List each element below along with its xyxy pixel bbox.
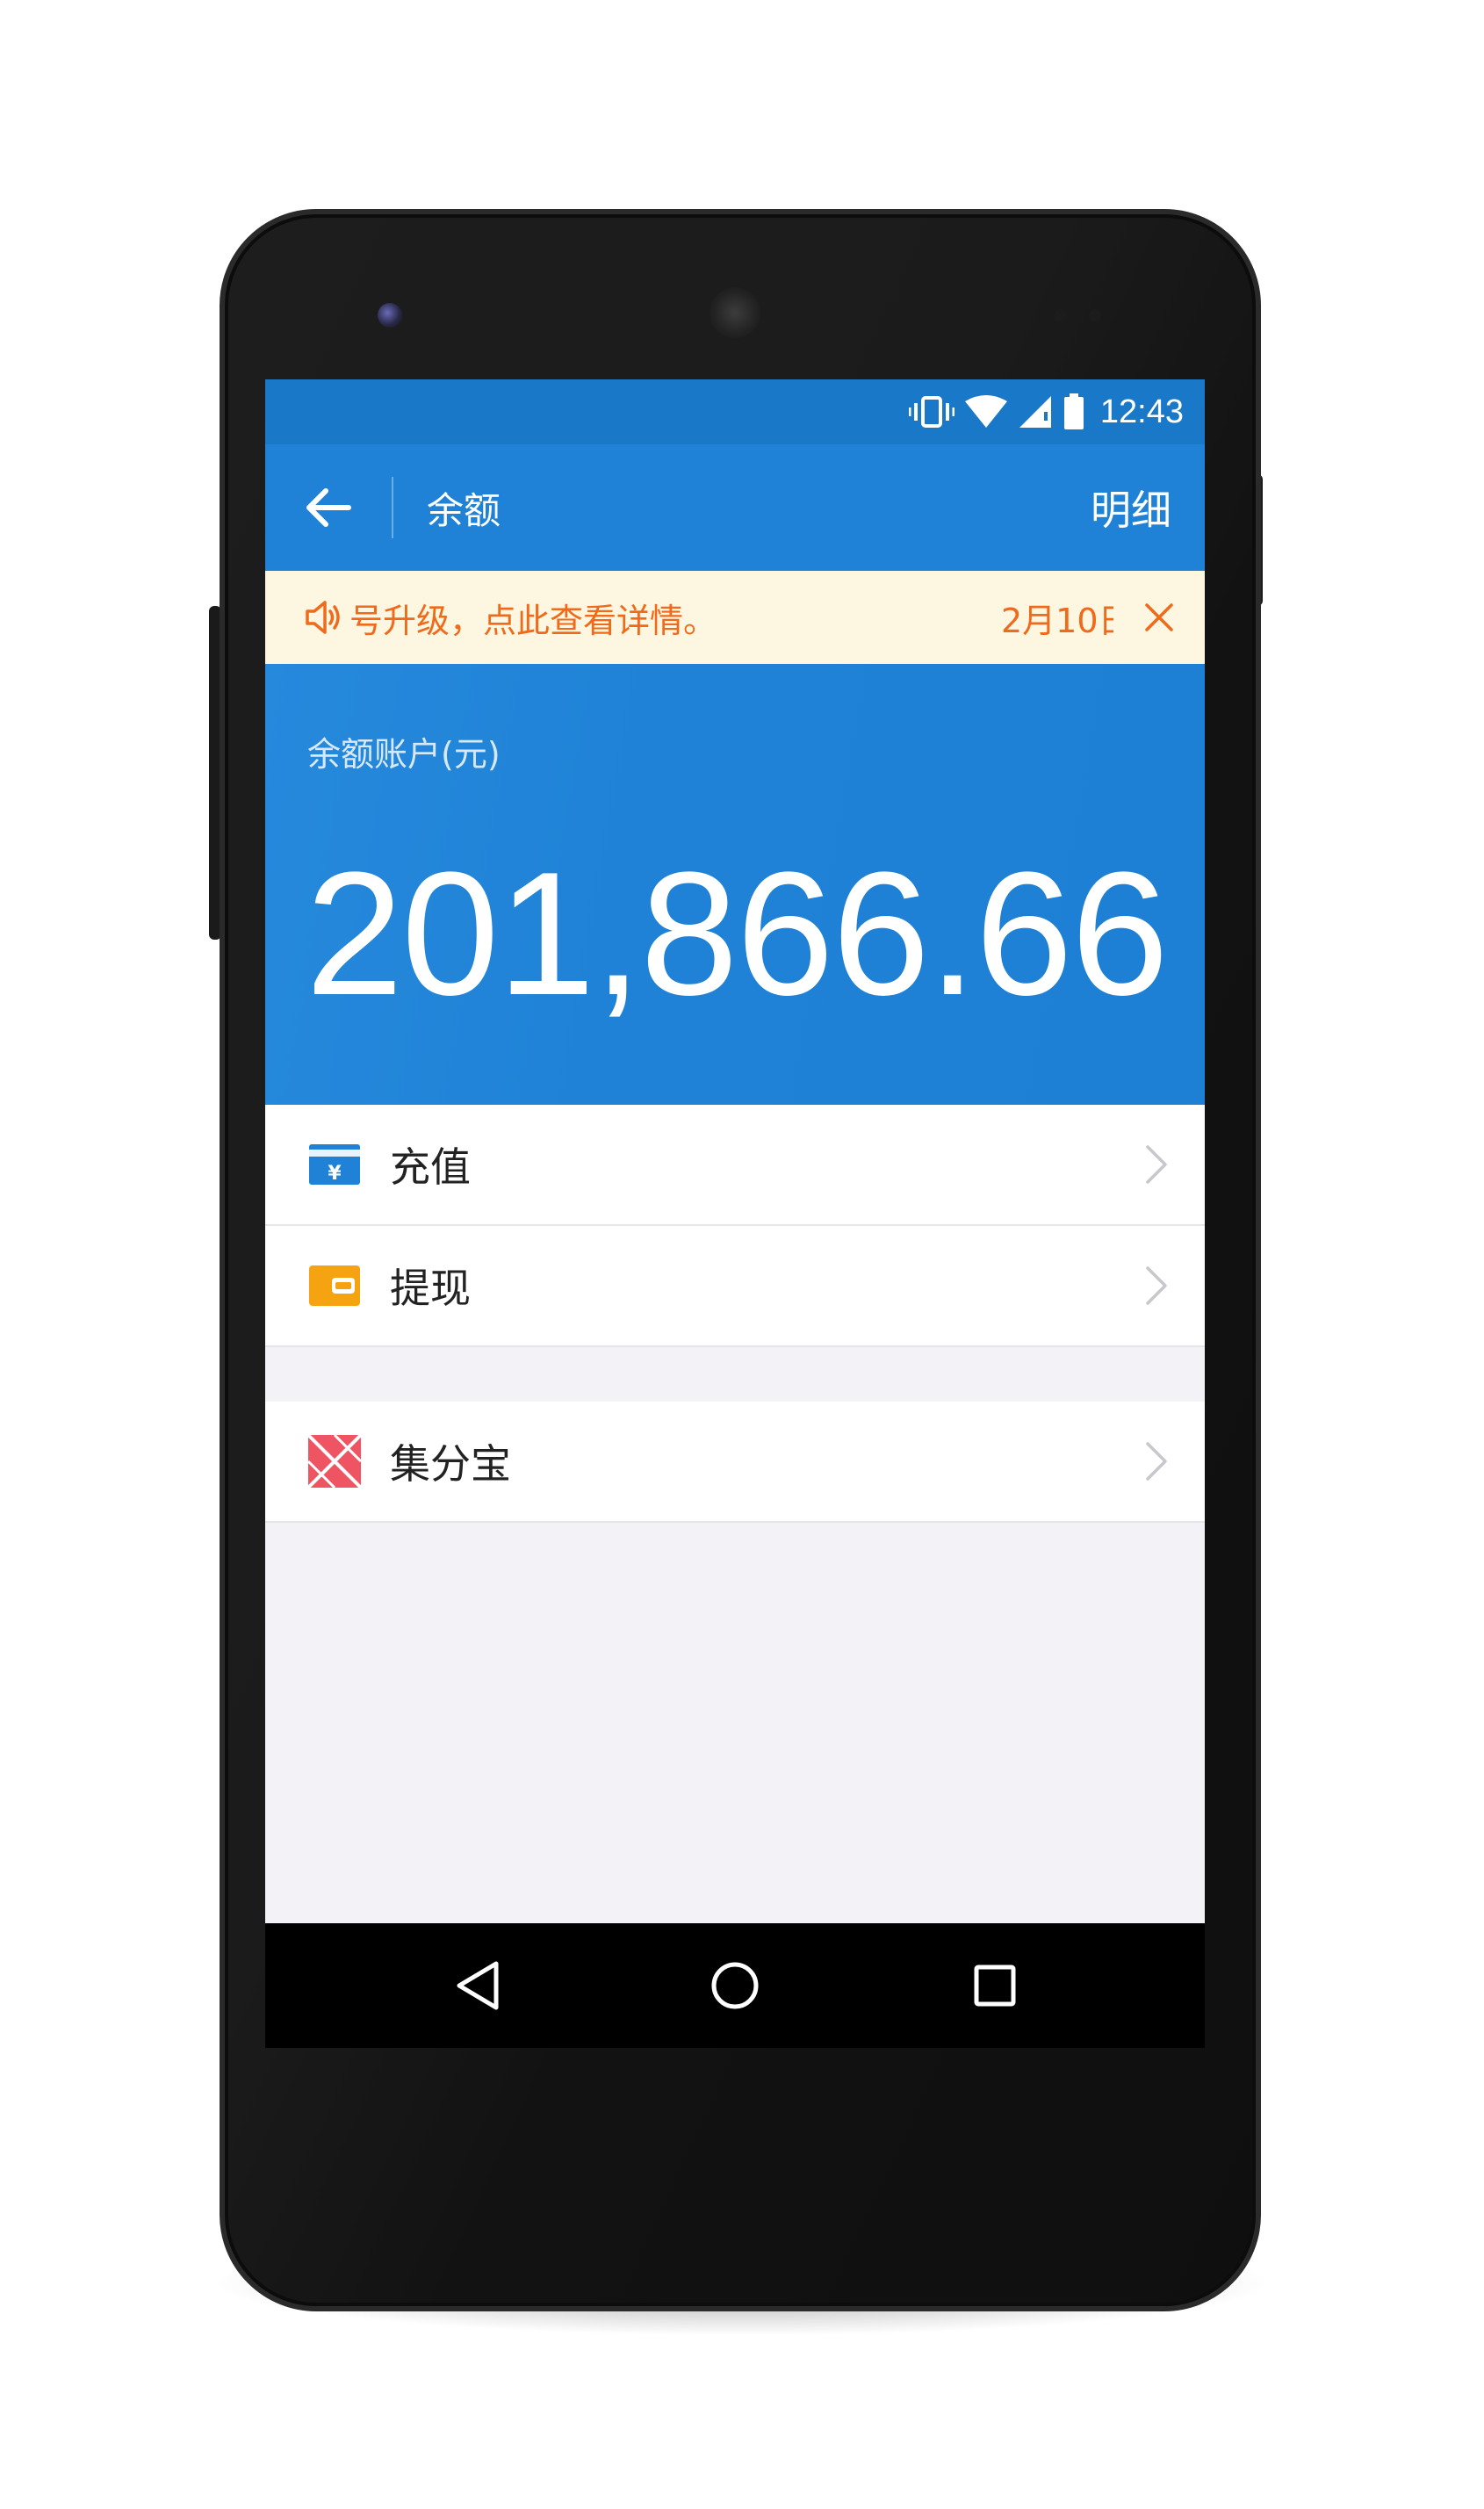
- recharge-row[interactable]: ¥ 充值: [265, 1105, 1205, 1226]
- jifenbao-icon: [306, 1433, 363, 1489]
- status-icons: [908, 393, 1084, 430]
- recents-square-icon: [974, 1965, 1016, 2007]
- wifi-icon: [964, 395, 1007, 428]
- balance-label: 余额账户(元): [307, 735, 501, 774]
- chevron-right-icon: [1146, 1266, 1167, 1305]
- navigation-bar: [265, 1923, 1205, 2048]
- nav-home-button[interactable]: [704, 1955, 766, 2016]
- balance-amount: 201,866.66: [306, 836, 1169, 1032]
- status-time: 12:43: [1099, 393, 1184, 430]
- proximity-sensor: [1054, 309, 1066, 321]
- notice-text: 号升级，点此查看详情。: [349, 601, 717, 640]
- vibrate-icon: [908, 396, 955, 428]
- page-title: 余额: [427, 488, 501, 532]
- notice-banner[interactable]: 号升级，点此查看详情。 2月10日: [265, 571, 1205, 664]
- home-circle-icon: [711, 1962, 759, 2009]
- earpiece-speaker: [710, 287, 760, 338]
- battery-icon: [1063, 393, 1084, 429]
- jifenbao-row[interactable]: 集分宝: [265, 1402, 1205, 1523]
- recharge-card-icon: ¥: [309, 1144, 360, 1185]
- chevron-right-icon: [1146, 1442, 1167, 1481]
- arrow-left-icon: [306, 488, 351, 527]
- menu-group-1: ¥ 充值 提现: [265, 1105, 1205, 1347]
- notice-close-button[interactable]: [1133, 591, 1185, 644]
- notice-date: 2月10日: [1001, 601, 1113, 640]
- app-bar-divider: [392, 477, 393, 538]
- recharge-label: 充值: [390, 1143, 471, 1191]
- status-bar: 12:43: [265, 379, 1205, 444]
- chevron-right-icon: [1146, 1145, 1167, 1184]
- wallet-icon: [309, 1265, 360, 1306]
- back-triangle-icon: [457, 1961, 499, 2010]
- nav-back-button[interactable]: [446, 1955, 508, 2016]
- jifenbao-label: 集分宝: [390, 1440, 511, 1488]
- svg-text:¥: ¥: [328, 1163, 342, 1185]
- withdraw-label: 提现: [390, 1265, 471, 1312]
- details-button[interactable]: 明细: [1091, 479, 1171, 537]
- back-button[interactable]: [265, 444, 392, 571]
- light-sensor: [1089, 309, 1101, 321]
- nav-recents-button[interactable]: [964, 1955, 1026, 2016]
- front-camera: [378, 303, 402, 328]
- withdraw-row[interactable]: 提现: [265, 1226, 1205, 1347]
- screen: 12:43 余额 明细 号升级，点此查看详情。 2月10日 余额账户(元) 20…: [265, 379, 1205, 2048]
- speaker-icon: [306, 601, 340, 634]
- close-icon: [1145, 603, 1173, 631]
- signal-icon: [1019, 396, 1051, 428]
- menu-group-2: 集分宝: [265, 1402, 1205, 1523]
- app-bar: 余额 明细: [265, 444, 1205, 571]
- balance-panel: 余额账户(元) 201,866.66: [265, 664, 1205, 1105]
